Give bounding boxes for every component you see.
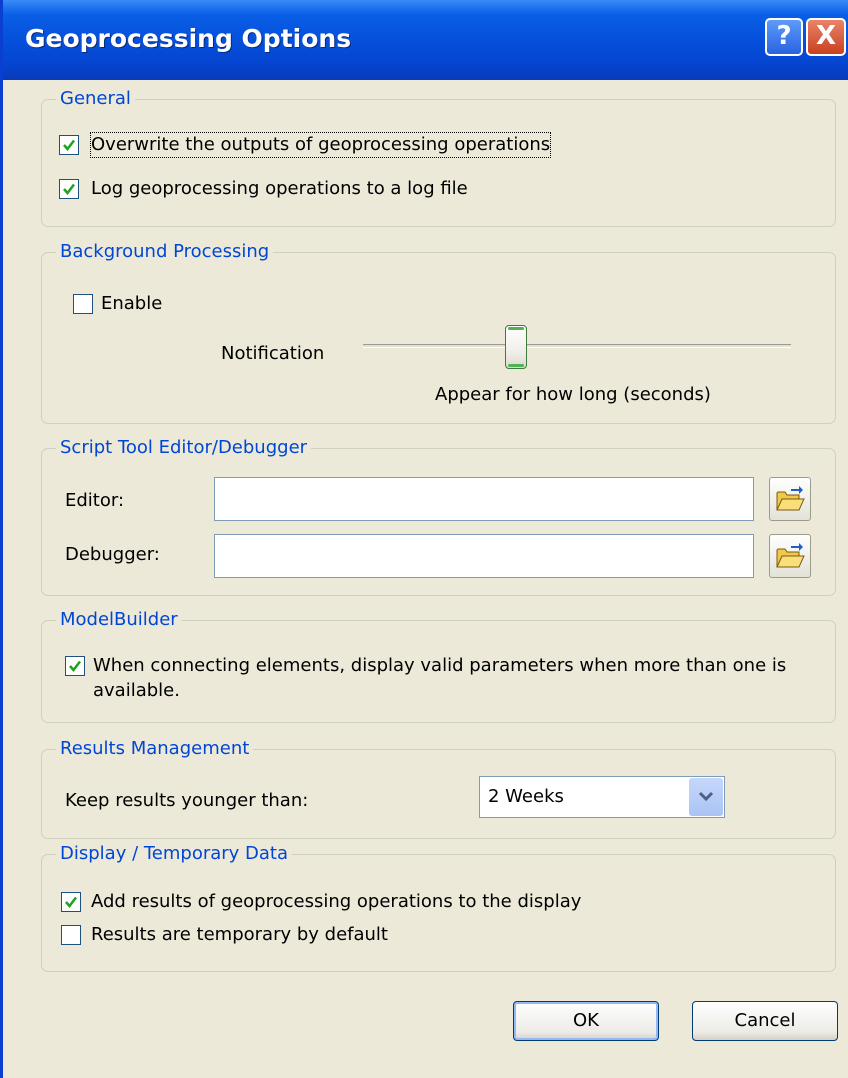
editor-input[interactable] [214,477,754,521]
notification-slider-thumb[interactable] [505,325,527,369]
results-management-legend: Results Management [56,734,254,764]
open-folder-icon [776,543,805,568]
general-group: General [41,84,836,227]
checkmark-icon [63,183,75,195]
dropdown-arrow-button[interactable] [689,778,723,816]
editor-browse-button[interactable] [769,477,811,521]
keep-results-value: 2 Weeks [488,786,564,807]
geoprocessing-options-dialog: Geoprocessing Options ? X General Overwr… [0,0,848,1078]
open-folder-icon [776,486,805,511]
log-checkbox[interactable] [59,179,79,199]
modelbuilder-legend: ModelBuilder [56,605,182,635]
keep-results-label: Keep results younger than: [65,790,309,811]
overwrite-label[interactable]: Overwrite the outputs of geoprocessing o… [89,132,552,158]
background-processing-legend: Background Processing [56,237,274,267]
debugger-label: Debugger: [65,544,160,565]
notification-slider-track[interactable] [363,344,791,348]
notification-label: Notification [221,343,325,364]
debugger-input[interactable] [214,534,754,578]
temporary-checkbox[interactable] [61,925,81,945]
add-results-label[interactable]: Add results of geoprocessing operations … [91,890,581,914]
display-params-label-line2[interactable]: available. [93,679,180,703]
window-title: Geoprocessing Options [25,24,352,53]
display-params-label-line1[interactable]: When connecting elements, display valid … [93,654,786,678]
checkmark-icon [63,139,75,151]
display-temporary-legend: Display / Temporary Data [56,839,293,869]
ok-button[interactable]: OK [513,1001,659,1041]
display-params-checkbox[interactable] [65,656,85,676]
title-bar[interactable]: Geoprocessing Options ? X [3,0,848,80]
log-label[interactable]: Log geoprocessing operations to a log fi… [91,177,468,201]
chevron-down-icon [698,791,714,802]
add-results-checkbox[interactable] [61,892,81,912]
editor-label: Editor: [65,490,125,511]
enable-label[interactable]: Enable [101,292,162,316]
script-tool-legend: Script Tool Editor/Debugger [56,433,312,463]
help-button[interactable]: ? [765,18,803,56]
temporary-label[interactable]: Results are temporary by default [91,923,388,947]
slider-caption: Appear for how long (seconds) [435,384,711,405]
enable-checkbox[interactable] [73,294,93,314]
overwrite-checkbox[interactable] [59,135,79,155]
keep-results-dropdown[interactable]: 2 Weeks [479,776,725,818]
checkmark-icon [65,896,77,908]
checkmark-icon [69,660,81,672]
cancel-button[interactable]: Cancel [692,1001,838,1041]
close-button[interactable]: X [806,18,846,56]
general-legend: General [56,84,135,114]
debugger-browse-button[interactable] [769,534,811,578]
